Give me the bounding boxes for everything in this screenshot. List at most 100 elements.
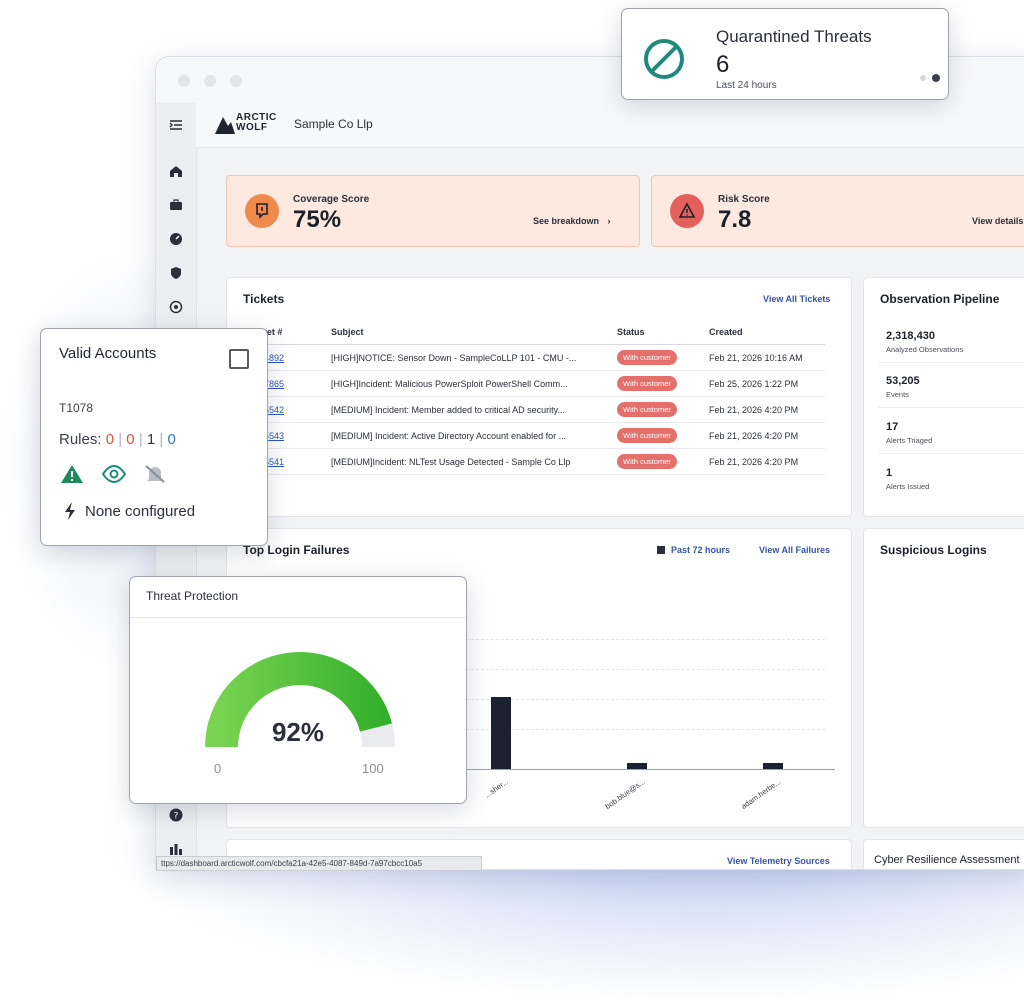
valid-accounts-card[interactable]: Valid Accounts T1078 Rules: 0 | 0 | 1 | …	[40, 328, 268, 546]
table-row[interactable]: 6605542 [MEDIUM] Incident: Member added …	[243, 396, 825, 423]
view-details-link[interactable]: View details	[972, 216, 1023, 226]
rule-count: 0	[126, 431, 135, 448]
chart-x-label: ...sher...	[483, 777, 511, 800]
table-row[interactable]: 6605541 [MEDIUM]Incident: NLTest Usage D…	[243, 448, 825, 475]
ticket-created: Feb 21, 2026 4:20 PM	[703, 422, 825, 449]
status-badge: With customer	[617, 454, 677, 469]
bell-off-icon[interactable]	[143, 463, 167, 485]
rule-count: 1	[146, 431, 156, 448]
target-icon[interactable]	[168, 299, 184, 315]
valid-accounts-title: Valid Accounts	[59, 345, 157, 362]
quarantined-threats-card[interactable]: Quarantined Threats 6 Last 24 hours	[621, 8, 949, 100]
config-status: None configured	[85, 503, 196, 520]
quarantined-value: 6	[716, 51, 730, 78]
select-checkbox[interactable]	[229, 349, 249, 369]
cyber-resilience-card: Cyber Resilience Assessment	[863, 839, 1024, 869]
rule-count: 0	[167, 431, 176, 448]
wolf-logo-icon	[215, 117, 235, 134]
calendar-icon	[657, 546, 665, 554]
carousel-dot-active[interactable]	[932, 74, 940, 82]
observation-pipeline-card: Observation Pipeline 2,318,430 Analyzed …	[863, 277, 1024, 517]
chevron-right-icon: ›	[607, 216, 611, 226]
ticket-subject: [MEDIUM] Incident: Active Directory Acco…	[325, 422, 611, 449]
gauge-icon[interactable]	[168, 231, 184, 247]
svg-text:?: ?	[174, 812, 179, 822]
rules-summary: Rules: 0 | 0 | 1 | 0	[59, 431, 176, 448]
window-dot[interactable]	[178, 75, 190, 87]
arctic-wolf-logo[interactable]: ARCTIC WOLF	[214, 112, 277, 137]
ticket-status: With customer	[611, 448, 703, 475]
stat-label: Alerts Issued	[886, 482, 930, 491]
home-icon[interactable]	[168, 163, 184, 179]
stat-label: Analyzed Observations	[886, 345, 964, 354]
column-header[interactable]: Subject	[325, 326, 611, 345]
threat-protection-card[interactable]: Threat Protection 92% 0 100	[129, 576, 467, 804]
table-header-row: Ticket # Subject Status Created	[243, 326, 825, 345]
coverage-score-card[interactable]: Coverage Score 75% See breakdown ›	[226, 175, 640, 247]
observation-stat: 17 Alerts Triaged	[878, 415, 1024, 454]
window-dot[interactable]	[204, 75, 216, 87]
column-header[interactable]: Status	[611, 326, 703, 345]
observation-stat: 53,205 Events	[878, 369, 1024, 408]
carousel-dot[interactable]	[920, 75, 926, 81]
time-range-selector[interactable]: Past 72 hours	[657, 545, 730, 555]
column-header[interactable]: Created	[703, 326, 825, 345]
table-row[interactable]: 6604892 [HIGH]NOTICE: Sensor Down - Samp…	[243, 344, 825, 371]
shield-icon[interactable]	[168, 265, 184, 281]
view-telemetry-sources-link[interactable]: View Telemetry Sources	[727, 856, 830, 866]
tickets-table: Ticket # Subject Status Created 6604892 …	[243, 326, 825, 475]
ticket-created: Feb 25, 2026 1:22 PM	[703, 370, 825, 397]
logo-text: ARCTIC WOLF	[236, 112, 277, 133]
briefcase-icon[interactable]	[168, 197, 184, 213]
rule-separator: |	[138, 431, 143, 448]
risk-score-card[interactable]: Risk Score 7.8 View details	[651, 175, 1024, 247]
view-all-failures-link[interactable]: View All Failures	[759, 545, 830, 555]
stat-value: 17	[886, 421, 899, 433]
ticket-status: With customer	[611, 422, 703, 449]
app-header: ARCTIC WOLF Sample Co Llp	[196, 103, 1024, 148]
chart-x-label: adam.herbe...	[739, 777, 783, 811]
organization-name[interactable]: Sample Co Llp	[294, 117, 373, 131]
view-all-tickets-link[interactable]: View All Tickets	[763, 294, 830, 304]
ticket-created: Feb 21, 2026 4:20 PM	[703, 448, 825, 475]
card-header: Threat Protection	[130, 577, 466, 618]
collapse-menu-icon[interactable]	[168, 117, 184, 133]
window-dot[interactable]	[230, 75, 242, 87]
ticket-status: With customer	[611, 370, 703, 397]
ticket-status: With customer	[611, 344, 703, 371]
chart-bar[interactable]	[491, 696, 511, 769]
ticket-subject: [MEDIUM] Incident: Member added to criti…	[325, 396, 611, 423]
table-row[interactable]: 6637865 [HIGH]Incident: Malicious PowerS…	[243, 370, 825, 397]
status-badge: With customer	[617, 350, 677, 365]
chart-bar[interactable]	[763, 763, 783, 769]
coverage-icon-circle	[245, 194, 279, 228]
quarantined-title: Quarantined Threats	[716, 27, 872, 46]
ticket-subject: [MEDIUM]Incident: NLTest Usage Detected …	[325, 448, 611, 475]
gauge-value: 92%	[271, 717, 325, 747]
stat-label: Events	[886, 390, 909, 399]
stat-value: 1	[886, 467, 893, 479]
ticket-created: Feb 21, 2026 4:20 PM	[703, 396, 825, 423]
ticket-subject: [HIGH]Incident: Malicious PowerSploit Po…	[325, 370, 611, 397]
status-badge: With customer	[617, 376, 677, 391]
table-row[interactable]: 6605543 [MEDIUM] Incident: Active Direct…	[243, 422, 825, 449]
chart-bar[interactable]	[627, 763, 647, 769]
observation-stat: 1 Alerts Issued	[878, 461, 1024, 499]
risk-score-label: Risk Score	[718, 194, 770, 205]
risk-score-value: 7.8	[718, 206, 752, 233]
stat-label: Alerts Triaged	[886, 436, 933, 445]
stat-value: 2,318,430	[886, 330, 935, 342]
threat-protection-title: Threat Protection	[146, 589, 239, 603]
quarantined-subtitle: Last 24 hours	[716, 80, 777, 91]
see-breakdown-link[interactable]: See breakdown ›	[533, 216, 611, 226]
warning-triangle-icon	[678, 202, 696, 218]
ticket-subject: [HIGH]NOTICE: Sensor Down - SampleCoLLP …	[325, 344, 611, 371]
reports-icon[interactable]	[168, 841, 184, 857]
cyber-resilience-title: Cyber Resilience Assessment	[874, 854, 1020, 866]
status-badge: With customer	[617, 428, 677, 443]
risk-icon-circle	[670, 194, 704, 228]
gauge-min-label: 0	[214, 761, 222, 776]
help-icon[interactable]: ?	[168, 807, 184, 823]
warning-triangle-icon[interactable]	[59, 463, 85, 485]
eye-icon[interactable]	[101, 463, 127, 485]
